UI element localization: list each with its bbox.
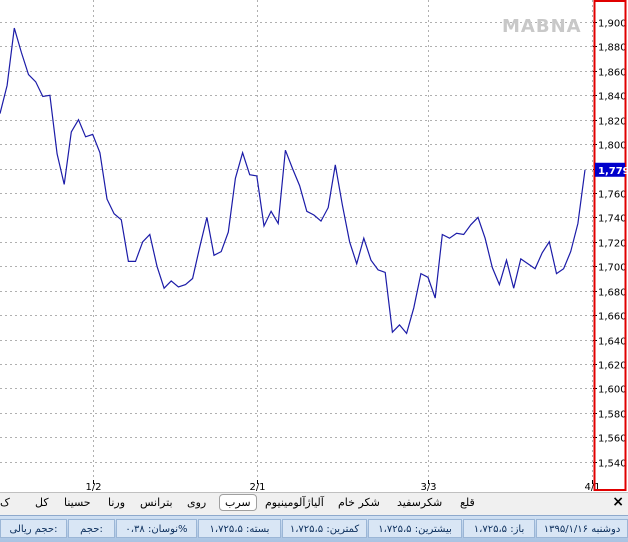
tab-aluminium-alloy[interactable]: آلیاژآلومینیوم [265, 496, 324, 509]
y-tick-label: 1,660 [598, 312, 627, 323]
status-close: بسته: ۱،۷۲۵،۵ [198, 519, 281, 538]
price-chart: 1/22/13/34/1 1,5401,5601,5801,6001,6201,… [0, 0, 628, 492]
status-change: نوسان: ۰،۳۸% [116, 519, 197, 538]
status-bar: دوشنبه ۱۳۹۵/۱/۱۶ باز: ۱،۷۲۵،۵ بیشترین: ۱… [0, 515, 628, 542]
series [0, 28, 585, 333]
x-axis: 1/22/13/34/1 [85, 480, 600, 492]
x-tick-label: 1/2 [85, 482, 101, 492]
tab-tin[interactable]: قلع [460, 496, 475, 509]
y-tick-label: 1,620 [598, 361, 627, 372]
y-tick-label: 1,700 [598, 263, 627, 274]
last-value-label: 1,779 [598, 166, 628, 177]
y-tick-label: 1,860 [598, 68, 627, 79]
tab-kol[interactable]: کل [35, 496, 49, 509]
tab-white-sugar[interactable]: شکرسفید [397, 496, 442, 509]
tabs-bar: × قلع شکرسفید شکر خام آلیاژآلومینیوم سرب… [0, 492, 628, 515]
y-tick-label: 1,880 [598, 43, 627, 54]
tab-zinc[interactable]: روی [187, 496, 206, 509]
y-tick-label: 1,760 [598, 190, 627, 201]
status-volume: حجم: [68, 519, 115, 538]
watermark: MABNA [502, 16, 582, 37]
tab-hasina[interactable]: حسینا [64, 496, 91, 509]
y-tick-label: 1,900 [598, 19, 627, 30]
y-tick-label: 1,720 [598, 239, 627, 250]
y-tick-label: 1,840 [598, 92, 627, 103]
y-tick-label: 1,640 [598, 337, 627, 348]
y-axis: 1,540 1,560 1,580 1,600 1,620 1,640 1,660 1,680… [593, 1, 628, 490]
x-tick-label: 2/1 [249, 482, 265, 492]
y-tick-label: 1,540 [598, 459, 627, 470]
close-icon[interactable]: × [612, 494, 624, 510]
tab-betrans[interactable]: بترانس [140, 496, 173, 509]
y-tick-label: 1,580 [598, 410, 627, 421]
chart-area: 1/22/13/34/1 1,5401,5601,5801,6001,6201,… [0, 0, 628, 492]
y-tick-label: 1,600 [598, 385, 627, 396]
status-high: بیشترین: ۱،۷۲۵،۵ [368, 519, 462, 538]
y-tick-label: 1,820 [598, 117, 627, 128]
tab-partial[interactable]: ک [0, 496, 10, 509]
y-tick-label: 1,800 [598, 141, 627, 152]
status-date: دوشنبه ۱۳۹۵/۱/۱۶ [536, 519, 628, 538]
tab-lead[interactable]: سرب [219, 494, 257, 511]
x-tick-label: 3/3 [420, 482, 436, 492]
status-low: کمترین: ۱،۷۲۵،۵ [282, 519, 367, 538]
tab-varna[interactable]: ورنا [108, 496, 125, 509]
series-line [0, 28, 585, 333]
status-open: باز: ۱،۷۲۵،۵ [463, 519, 535, 538]
status-value-volume: حجم ریالی: [0, 519, 67, 538]
grid [0, 0, 593, 480]
tab-raw-sugar[interactable]: شکر خام [338, 496, 380, 509]
y-tick-label: 1,740 [598, 214, 627, 225]
y-tick-label: 1,680 [598, 288, 627, 299]
y-tick-label: 1,560 [598, 434, 627, 445]
